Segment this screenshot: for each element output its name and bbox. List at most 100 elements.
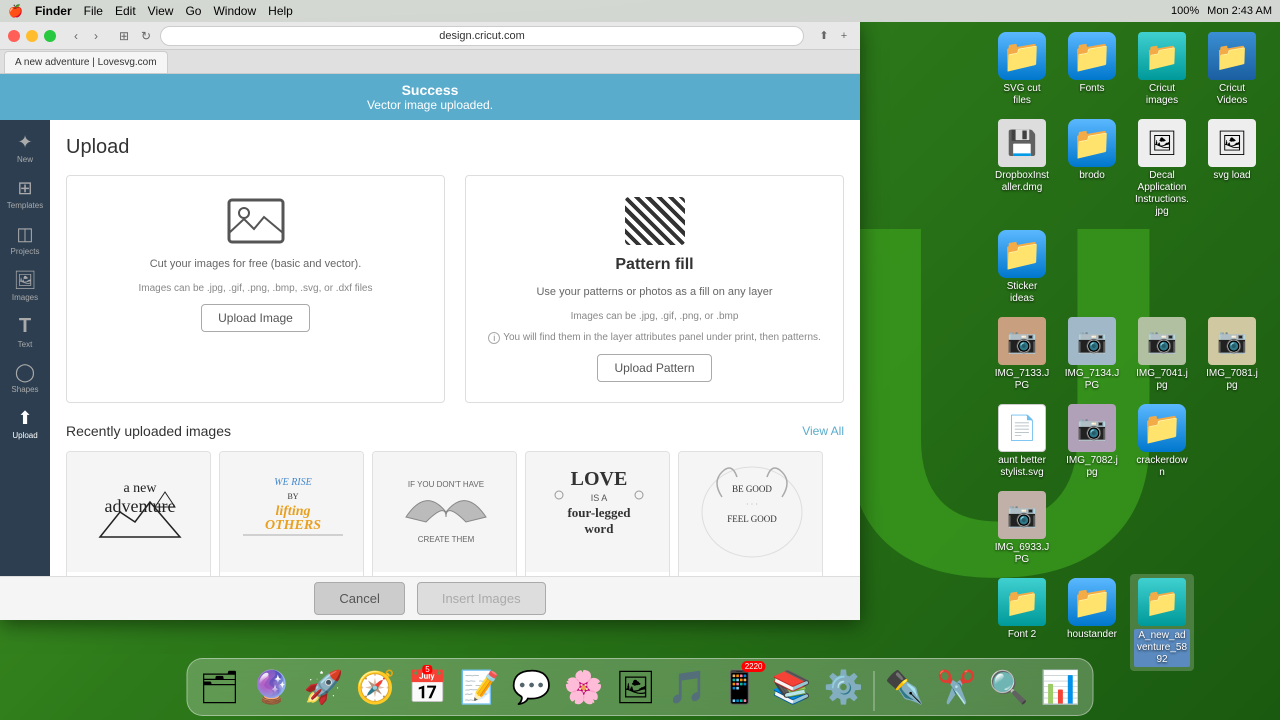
desktop-icon-dropbox[interactable]: 💾 DropboxInstaller.dmg — [990, 115, 1054, 222]
dock-messages[interactable]: 💬 — [508, 663, 556, 711]
image-card-love[interactable]: LOVE IS A four-legged word Uploaded i — [525, 451, 670, 577]
file-menu[interactable]: File — [84, 4, 103, 18]
pattern-option-description: Use your patterns or photos as a fill on… — [536, 284, 772, 301]
sidebar-item-projects[interactable]: ◫ Projects — [3, 218, 47, 262]
dock-app-store[interactable]: 📱 2220 — [716, 663, 764, 711]
desktop-icon-cricut-videos[interactable]: 📁 Cricut Videos — [1200, 28, 1264, 111]
desktop-icon-a-new-adventure[interactable]: 📁 A_new_adventure_5892 — [1130, 574, 1194, 671]
sidebar-item-images[interactable]: 🖼 Images — [3, 264, 47, 308]
desktop-icon-crackerdown[interactable]: 📁 crackerdown — [1130, 400, 1194, 483]
wings-svg: IF YOU DON'T HAVE CREATE THEM — [376, 457, 516, 567]
image-card-good[interactable]: BE GOOD · · · FEEL GOOD Uploaded i — [678, 451, 823, 577]
svg-text:CREATE THEM: CREATE THEM — [417, 535, 474, 544]
dock-finder[interactable]: 🗂 — [196, 663, 244, 711]
dock-bear[interactable]: ✒️ — [881, 663, 929, 711]
sidebar-label-shapes: Shapes — [11, 385, 38, 394]
desktop-icon-houstander[interactable]: 📁 houstander — [1060, 574, 1124, 671]
view-menu[interactable]: View — [148, 4, 174, 18]
love-svg: LOVE IS A four-legged word — [529, 457, 669, 567]
image-card-wings[interactable]: IF YOU DON'T HAVE CREATE THEM Uploaded i — [372, 451, 517, 577]
image-card-adventure[interactable]: a new adventure Uploaded i — [66, 451, 211, 577]
dock-image-capture[interactable]: 🖼 — [612, 663, 660, 711]
sidebar-item-new[interactable]: ✦ New — [3, 126, 47, 170]
desktop-icon-img7134[interactable]: 📷 IMG_7134.JPG — [1060, 313, 1124, 396]
dock-safari[interactable]: 🧭 — [352, 663, 400, 711]
sidebar-toggle-button[interactable]: ⊞ — [116, 28, 132, 44]
image-grid: a new adventure Uploaded i — [66, 451, 844, 577]
dock-numbers[interactable]: 📊 — [1037, 663, 1085, 711]
insert-button[interactable]: Insert Images — [417, 582, 546, 615]
sidebar-item-upload[interactable]: ⬆ Upload — [3, 402, 47, 446]
forward-button[interactable]: › — [88, 28, 104, 44]
dock-siri[interactable]: 🔮 — [248, 663, 296, 711]
success-banner: Success Vector image uploaded. — [0, 74, 860, 120]
upload-pattern-button[interactable]: Upload Pattern — [597, 354, 711, 382]
svg-text:· · ·: · · · — [746, 500, 758, 509]
back-button[interactable]: ‹ — [68, 28, 84, 44]
dock-system-prefs[interactable]: ⚙️ — [820, 663, 868, 711]
finder-menu[interactable]: Finder — [35, 4, 72, 18]
desktop-icon-img7081[interactable]: 📷 IMG_7081.jpg — [1200, 313, 1264, 396]
minimize-button[interactable] — [26, 30, 38, 42]
svg-text:four-legged: four-legged — [567, 505, 631, 520]
desktop-icon-area: 📁 SVG cut files 📁 Fonts 📁 Cricut images … — [990, 28, 1270, 671]
image-option-formats: Images can be .jpg, .gif, .png, .bmp, .s… — [138, 283, 372, 294]
upload-image-button[interactable]: Upload Image — [201, 304, 310, 332]
calendar-badge: 5 — [422, 665, 432, 674]
window-menu[interactable]: Window — [213, 4, 256, 18]
desktop-icon-svg-cut-files[interactable]: 📁 SVG cut files — [990, 28, 1054, 111]
dock-cricut[interactable]: ✂️ — [933, 663, 981, 711]
main-content: ✦ New ⊞ Templates ◫ Projects 🖼 Images T … — [0, 120, 860, 576]
sidebar-item-templates[interactable]: ⊞ Templates — [3, 172, 47, 216]
desktop-icon-aunt[interactable]: 📄 aunt better stylist.svg — [990, 400, 1054, 483]
sidebar-item-text[interactable]: T Text — [3, 310, 47, 354]
reload-button[interactable]: ↻ — [138, 28, 154, 44]
browser-tab[interactable]: A new adventure | Lovesvg.com — [4, 51, 168, 73]
svg-text:WE RISE: WE RISE — [274, 477, 312, 488]
image-upload-icon — [226, 197, 286, 245]
dock-launchpad[interactable]: 🚀 — [300, 663, 348, 711]
desktop-icon-cricut-images[interactable]: 📁 Cricut images — [1130, 28, 1194, 111]
desktop-icon-brodo[interactable]: 📁 brodo — [1060, 115, 1124, 222]
image-preview-wings: IF YOU DON'T HAVE CREATE THEM — [373, 452, 517, 572]
text-icon: T — [19, 315, 31, 338]
view-all-link[interactable]: View All — [802, 424, 844, 438]
desktop-icon-decal[interactable]: 🖼 Decal Application Instructions.jpg — [1130, 115, 1194, 222]
desktop-icon-svg-load[interactable]: 🖼 svg load — [1200, 115, 1264, 222]
desktop-icon-img7041[interactable]: 📷 IMG_7041.jpg — [1130, 313, 1194, 396]
desktop-icon-img6933[interactable]: 📷 IMG_6933.JPG — [990, 487, 1054, 570]
sidebar-label-new: New — [17, 155, 33, 164]
desktop-icon-img7133[interactable]: 📷 IMG_7133.JPG — [990, 313, 1054, 396]
desktop-icon-img7082[interactable]: 📷 IMG_7082.jpg — [1060, 400, 1124, 483]
dock-itunes[interactable]: 🎵 — [664, 663, 712, 711]
adventure-svg: a new adventure — [70, 457, 210, 567]
desktop-icon-sticker[interactable]: 📁 Sticker ideas — [990, 226, 1054, 309]
close-button[interactable] — [8, 30, 20, 42]
apple-menu[interactable]: 🍎 — [8, 4, 23, 18]
dock-photos[interactable]: 🌸 — [560, 663, 608, 711]
battery-indicator: 100% — [1171, 5, 1199, 17]
add-bookmark-button[interactable]: + — [836, 28, 852, 44]
desktop-icon-fonts[interactable]: 📁 Fonts — [1060, 28, 1124, 111]
url-bar[interactable]: design.cricut.com — [160, 26, 804, 46]
dock-calendar[interactable]: 📅 5 — [404, 663, 452, 711]
bottom-bar: Cancel Insert Images — [0, 576, 860, 620]
svg-text:FEEL GOOD: FEEL GOOD — [727, 514, 777, 524]
help-menu[interactable]: Help — [268, 4, 293, 18]
cancel-button[interactable]: Cancel — [314, 582, 404, 615]
dock-separator — [874, 671, 875, 711]
dock-notes[interactable]: 📝 — [456, 663, 504, 711]
desktop-icon-font2[interactable]: 📁 Font 2 — [990, 574, 1054, 671]
svg-text:BE GOOD: BE GOOD — [732, 484, 772, 494]
go-menu[interactable]: Go — [185, 4, 201, 18]
image-card-rise[interactable]: WE RISE BY lifting OTHERS Uploaded i — [219, 451, 364, 577]
sidebar-label-images: Images — [12, 293, 38, 302]
dock-alfred[interactable]: 🔍 — [985, 663, 1033, 711]
edit-menu[interactable]: Edit — [115, 4, 136, 18]
maximize-button[interactable] — [44, 30, 56, 42]
menu-bar: 🍎 Finder File Edit View Go Window Help 1… — [0, 0, 1280, 22]
dock-ibooks[interactable]: 📚 — [768, 663, 816, 711]
image-preview-rise: WE RISE BY lifting OTHERS — [220, 452, 364, 572]
sidebar-item-shapes[interactable]: ◯ Shapes — [3, 356, 47, 400]
share-button[interactable]: ⬆ — [816, 28, 832, 44]
